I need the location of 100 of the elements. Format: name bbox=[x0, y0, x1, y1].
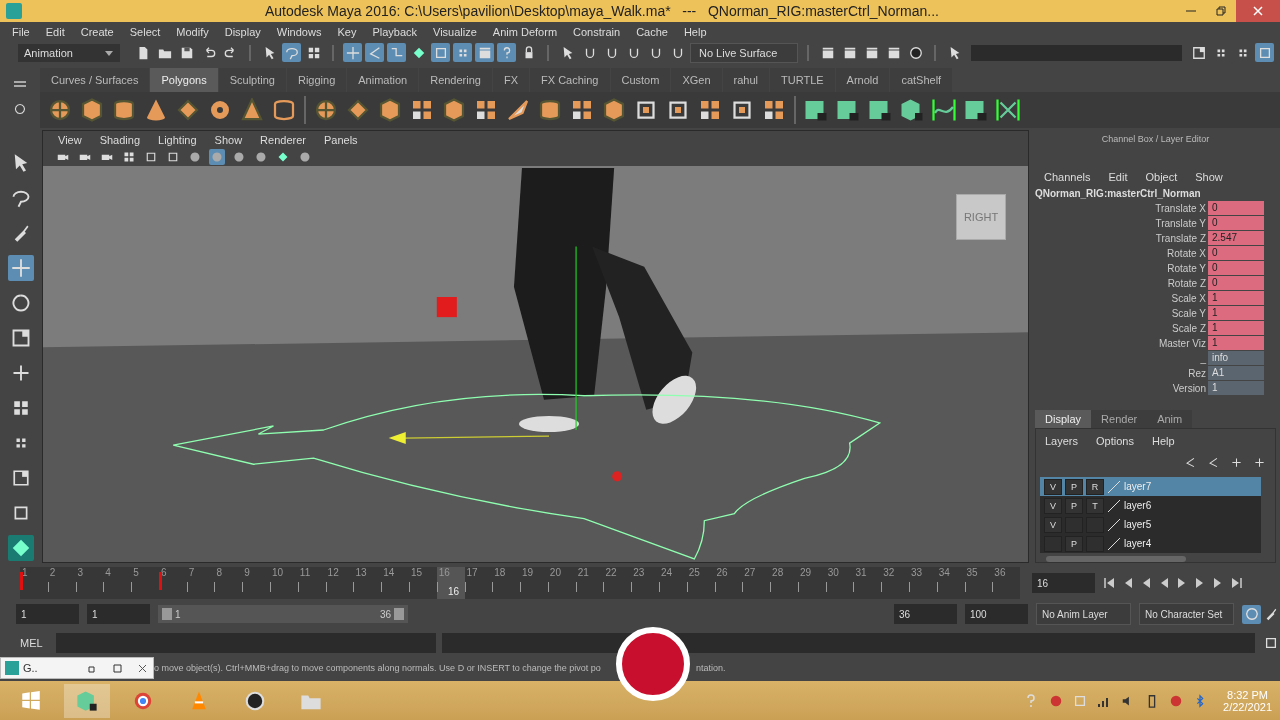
panel-menu[interactable]: View bbox=[49, 133, 91, 146]
scrollbar[interactable] bbox=[1046, 556, 1186, 562]
restore-icon[interactable] bbox=[88, 663, 97, 673]
shelf-tab[interactable]: rahul bbox=[722, 68, 769, 92]
menu-item[interactable]: Anim Deform bbox=[484, 25, 566, 38]
layer-tab[interactable]: Display bbox=[1035, 409, 1092, 428]
tiles-icon[interactable] bbox=[474, 98, 498, 122]
shelf-tab[interactable]: FX bbox=[492, 68, 529, 92]
dots-icon[interactable] bbox=[453, 43, 472, 62]
menu-item[interactable]: Key bbox=[329, 25, 365, 38]
object-name[interactable]: QNorman_RIG:masterCtrl_Norman bbox=[1035, 188, 1276, 201]
channel-value[interactable]: 0 bbox=[1208, 200, 1264, 216]
layer-toggle[interactable]: T bbox=[1086, 497, 1104, 514]
settings-icon[interactable] bbox=[14, 102, 26, 115]
panel-menu[interactable]: Lighting bbox=[149, 133, 206, 146]
menu-item[interactable]: Windows bbox=[268, 25, 330, 38]
tiles-icon[interactable] bbox=[410, 98, 434, 122]
pyramid-icon[interactable] bbox=[240, 98, 264, 122]
checker-square-icon[interactable] bbox=[836, 98, 860, 122]
shelf-tab[interactable]: Polygons bbox=[150, 68, 218, 92]
maximize-icon[interactable] bbox=[113, 663, 122, 673]
checker-square-icon[interactable] bbox=[804, 98, 828, 122]
shelf-tab[interactable]: Arnold bbox=[835, 68, 890, 92]
tiles-icon[interactable] bbox=[570, 98, 594, 122]
layer-tab[interactable]: Render bbox=[1091, 409, 1148, 428]
layer-color-swatch[interactable] bbox=[1107, 498, 1121, 513]
layer-toggle[interactable]: P bbox=[1065, 535, 1083, 552]
menu-item[interactable]: Cache bbox=[628, 25, 676, 38]
frame-icon[interactable] bbox=[666, 98, 690, 122]
cone-icon[interactable] bbox=[144, 98, 168, 122]
locator-dot[interactable] bbox=[612, 471, 623, 482]
menu-item[interactable]: Display bbox=[216, 25, 269, 38]
playback-start-field[interactable]: 1 bbox=[87, 604, 150, 624]
channel-name[interactable]: Rotate X bbox=[1167, 245, 1208, 261]
panel-menu[interactable]: Options bbox=[1087, 435, 1143, 447]
panel-menu[interactable]: Panels bbox=[314, 133, 367, 146]
layer-color-swatch[interactable] bbox=[1107, 517, 1121, 532]
anim-layer-dropdown[interactable]: No Anim Layer bbox=[1036, 603, 1131, 625]
current-frame-field[interactable]: 16 bbox=[1032, 573, 1095, 593]
layer-color-swatch[interactable] bbox=[1107, 536, 1121, 551]
frame-icon[interactable] bbox=[634, 98, 658, 122]
character-drawing[interactable] bbox=[513, 168, 697, 432]
layer-row[interactable]: V layer5 bbox=[1040, 515, 1261, 534]
menu-item[interactable]: File bbox=[4, 25, 38, 38]
shelf-tab[interactable]: FX Caching bbox=[530, 68, 610, 92]
channel-name[interactable]: Translate Y bbox=[1155, 215, 1208, 231]
panel-menu[interactable]: Object bbox=[1136, 171, 1187, 184]
channel-name[interactable]: Master Viz bbox=[1158, 335, 1208, 351]
playback-end-field[interactable]: 36 bbox=[894, 604, 957, 624]
plane-icon[interactable] bbox=[346, 98, 370, 122]
layer-name[interactable]: layer4 bbox=[1124, 538, 1152, 549]
panel-menu[interactable]: Show bbox=[205, 133, 252, 146]
shelf-tab[interactable]: Rendering bbox=[419, 68, 492, 92]
end-field[interactable]: 100 bbox=[965, 604, 1028, 624]
panel-menu[interactable]: Shading bbox=[90, 133, 150, 146]
range-slider[interactable]: 1 36 bbox=[158, 605, 408, 623]
checker-square-icon[interactable] bbox=[868, 98, 892, 122]
menu-item[interactable]: Constrain bbox=[565, 25, 629, 38]
mode-dropdown[interactable]: Animation bbox=[18, 43, 120, 62]
knife-icon[interactable] bbox=[506, 98, 530, 122]
shelf-tab[interactable]: catShelf bbox=[890, 68, 953, 92]
cylinder-icon[interactable] bbox=[538, 98, 562, 122]
layer-toggle[interactable]: P bbox=[1065, 478, 1083, 495]
layer-toggle[interactable]: V bbox=[1044, 497, 1062, 514]
channel-name[interactable]: Scale Y bbox=[1171, 305, 1208, 321]
command-input[interactable] bbox=[56, 633, 436, 653]
channel-name[interactable]: Rotate Y bbox=[1167, 260, 1208, 276]
layer-row[interactable]: V P T layer6 bbox=[1040, 496, 1261, 515]
tiles-icon[interactable] bbox=[698, 98, 722, 122]
shelf-tab[interactable]: XGen bbox=[671, 68, 722, 92]
layer-name[interactable]: layer6 bbox=[1124, 500, 1152, 511]
menu-item[interactable]: Modify bbox=[168, 25, 217, 38]
panel-menu[interactable]: Layers bbox=[1036, 435, 1088, 447]
input-field[interactable] bbox=[971, 44, 1182, 61]
panel-menu[interactable]: Channels bbox=[1035, 171, 1100, 184]
shelf-tab[interactable]: Curves / Surfaces bbox=[40, 68, 150, 92]
cross-icon[interactable] bbox=[996, 98, 1020, 122]
pipe-icon[interactable] bbox=[272, 98, 296, 122]
menu-item[interactable]: Create bbox=[72, 25, 122, 38]
menu-item[interactable]: Playback bbox=[364, 25, 426, 38]
start-icon[interactable] bbox=[21, 690, 41, 711]
curve-icon[interactable] bbox=[932, 98, 956, 122]
cylinder-icon[interactable] bbox=[112, 98, 136, 122]
layer-color-swatch[interactable] bbox=[1107, 479, 1121, 494]
character-set-dropdown[interactable]: No Character Set bbox=[1139, 603, 1234, 625]
shelf-tab[interactable]: Sculpting bbox=[218, 68, 286, 92]
layer-row[interactable]: P layer4 bbox=[1040, 534, 1261, 553]
panel-menu[interactable]: Show bbox=[1186, 171, 1232, 184]
time-slider[interactable]: 1 2 3 4 5 6 7 8 9 10 11 12 13 14 15 16 17 18 19 20 21 22 23 24 25 26 27 28 29 30 31 32 33 34 35 36 16 bbox=[20, 567, 1020, 599]
channel-name[interactable]: Rotate Z bbox=[1167, 275, 1208, 291]
start-field[interactable]: 1 bbox=[16, 604, 79, 624]
channel-name[interactable]: Scale X bbox=[1171, 290, 1208, 306]
tiles-icon[interactable] bbox=[762, 98, 786, 122]
channel-name[interactable]: _ bbox=[1200, 350, 1208, 366]
live-surface-field[interactable]: No Live Surface bbox=[690, 42, 798, 63]
clapper-icon[interactable] bbox=[475, 43, 494, 62]
layer-toggle[interactable]: R bbox=[1086, 478, 1104, 495]
angle-icon[interactable] bbox=[365, 43, 384, 62]
channel-name[interactable]: Version bbox=[1172, 380, 1208, 396]
layer-toggle[interactable]: V bbox=[1044, 478, 1062, 495]
